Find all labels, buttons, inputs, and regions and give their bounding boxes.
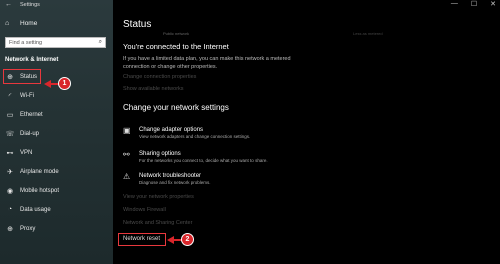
change-connection-properties-link[interactable]: Change connection properties (123, 74, 196, 80)
show-available-networks-link[interactable]: Show available networks (123, 86, 184, 92)
annotation-badge-2: 2 (182, 234, 193, 245)
sidebar-item-label: Data usage (20, 206, 51, 213)
metered-text: Less as metered (353, 31, 383, 36)
sharing-options[interactable]: ⚯ Sharing options For the networks you c… (123, 150, 268, 164)
adapter-icon: ▣ (123, 126, 131, 135)
annotation-highlight-network-reset (118, 233, 166, 246)
sidebar-item-label: Wi-Fi (20, 92, 34, 99)
option-description: Diagnose and fix network problems. (139, 180, 211, 185)
nav-list: ⊕ Status ◜ Wi-Fi ▭ Ethernet ☏ Dial-up ⊷ … (0, 67, 113, 238)
warning-icon: ⚠ (123, 172, 131, 181)
sidebar-item-mobile-hotspot[interactable]: ◉ Mobile hotspot (0, 181, 113, 200)
network-sharing-center-link[interactable]: Network and Sharing Center (123, 220, 192, 226)
settings-window: ← Settings ⌂ Home ⌕ Network & Internet ⊕… (0, 0, 500, 264)
window-controls: — ☐ ✕ (451, 0, 496, 8)
sharing-icon: ⚯ (123, 150, 130, 159)
connection-status-heading: You're connected to the Internet (123, 42, 229, 51)
vpn-icon: ⊷ (6, 149, 14, 157)
sidebar: ← Settings ⌂ Home ⌕ Network & Internet ⊕… (0, 0, 113, 264)
option-description: View network adapters and change connect… (139, 134, 251, 139)
sidebar-item-vpn[interactable]: ⊷ VPN (0, 143, 113, 162)
sidebar-item-label: VPN (20, 149, 33, 156)
sidebar-item-airplane-mode[interactable]: ✈ Airplane mode (0, 162, 113, 181)
annotation-arrow-line-2 (173, 239, 182, 241)
home-label: Home (20, 20, 38, 27)
option-title: Change adapter options (139, 127, 204, 133)
ethernet-icon: ▭ (6, 111, 14, 119)
home-icon: ⌂ (5, 20, 10, 27)
windows-firewall-link[interactable]: Windows Firewall (123, 207, 166, 213)
sidebar-item-ethernet[interactable]: ▭ Ethernet (0, 105, 113, 124)
option-description: For the networks you connect to, decide … (139, 158, 268, 163)
section-label: Network & Internet (5, 57, 59, 63)
network-profile-text: Public network (163, 31, 190, 36)
option-title: Sharing options (139, 151, 181, 157)
sidebar-item-label: Dial-up (20, 130, 40, 137)
globe-icon: ⊕ (7, 225, 13, 233)
sidebar-item-home[interactable]: ⌂ Home (5, 20, 37, 27)
app-title: Settings (20, 2, 40, 8)
annotation-arrow-line-1 (50, 83, 59, 85)
search-icon[interactable]: ⌕ (99, 39, 102, 46)
option-title: Network troubleshooter (139, 173, 202, 179)
connection-status-description: If you have a limited data plan, you can… (123, 56, 291, 70)
hotspot-icon: ◉ (6, 187, 14, 195)
sidebar-item-data-usage[interactable]: ◔ Data usage (0, 200, 113, 219)
annotation-badge-1: 1 (59, 78, 70, 89)
back-arrow-icon[interactable]: ← (5, 1, 12, 8)
annotation-highlight-status (3, 69, 41, 84)
sidebar-item-label: Airplane mode (20, 168, 59, 175)
page-title: Status (123, 19, 152, 30)
title-bar: ← Settings (0, 0, 113, 12)
maximize-icon[interactable]: ☐ (471, 0, 477, 8)
sidebar-item-proxy[interactable]: ⊕ Proxy (0, 219, 113, 238)
sidebar-item-label: Mobile hotspot (20, 187, 60, 194)
wifi-icon: ◜ (8, 92, 12, 100)
search-input[interactable] (9, 39, 89, 46)
close-icon[interactable]: ✕ (490, 0, 496, 8)
airplane-icon: ✈ (7, 168, 13, 176)
dialup-icon: ☏ (5, 130, 15, 138)
sidebar-item-wifi[interactable]: ◜ Wi-Fi (0, 86, 113, 105)
change-adapter-options[interactable]: ▣ Change adapter options View network ad… (123, 126, 250, 140)
minimize-icon[interactable]: — (451, 0, 458, 8)
network-troubleshooter[interactable]: ⚠ Network troubleshooter Diagnose and fi… (123, 172, 211, 186)
view-network-properties-link[interactable]: View your network properties (123, 194, 194, 200)
network-settings-heading: Change your network settings (123, 103, 229, 112)
sidebar-item-dialup[interactable]: ☏ Dial-up (0, 124, 113, 143)
main-content: — ☐ ✕ Status Public network Less as mete… (113, 0, 500, 264)
sidebar-item-label: Proxy (20, 225, 36, 232)
data-usage-icon: ◔ (7, 206, 13, 213)
sidebar-item-label: Ethernet (20, 111, 43, 118)
search-box[interactable]: ⌕ (5, 37, 106, 48)
